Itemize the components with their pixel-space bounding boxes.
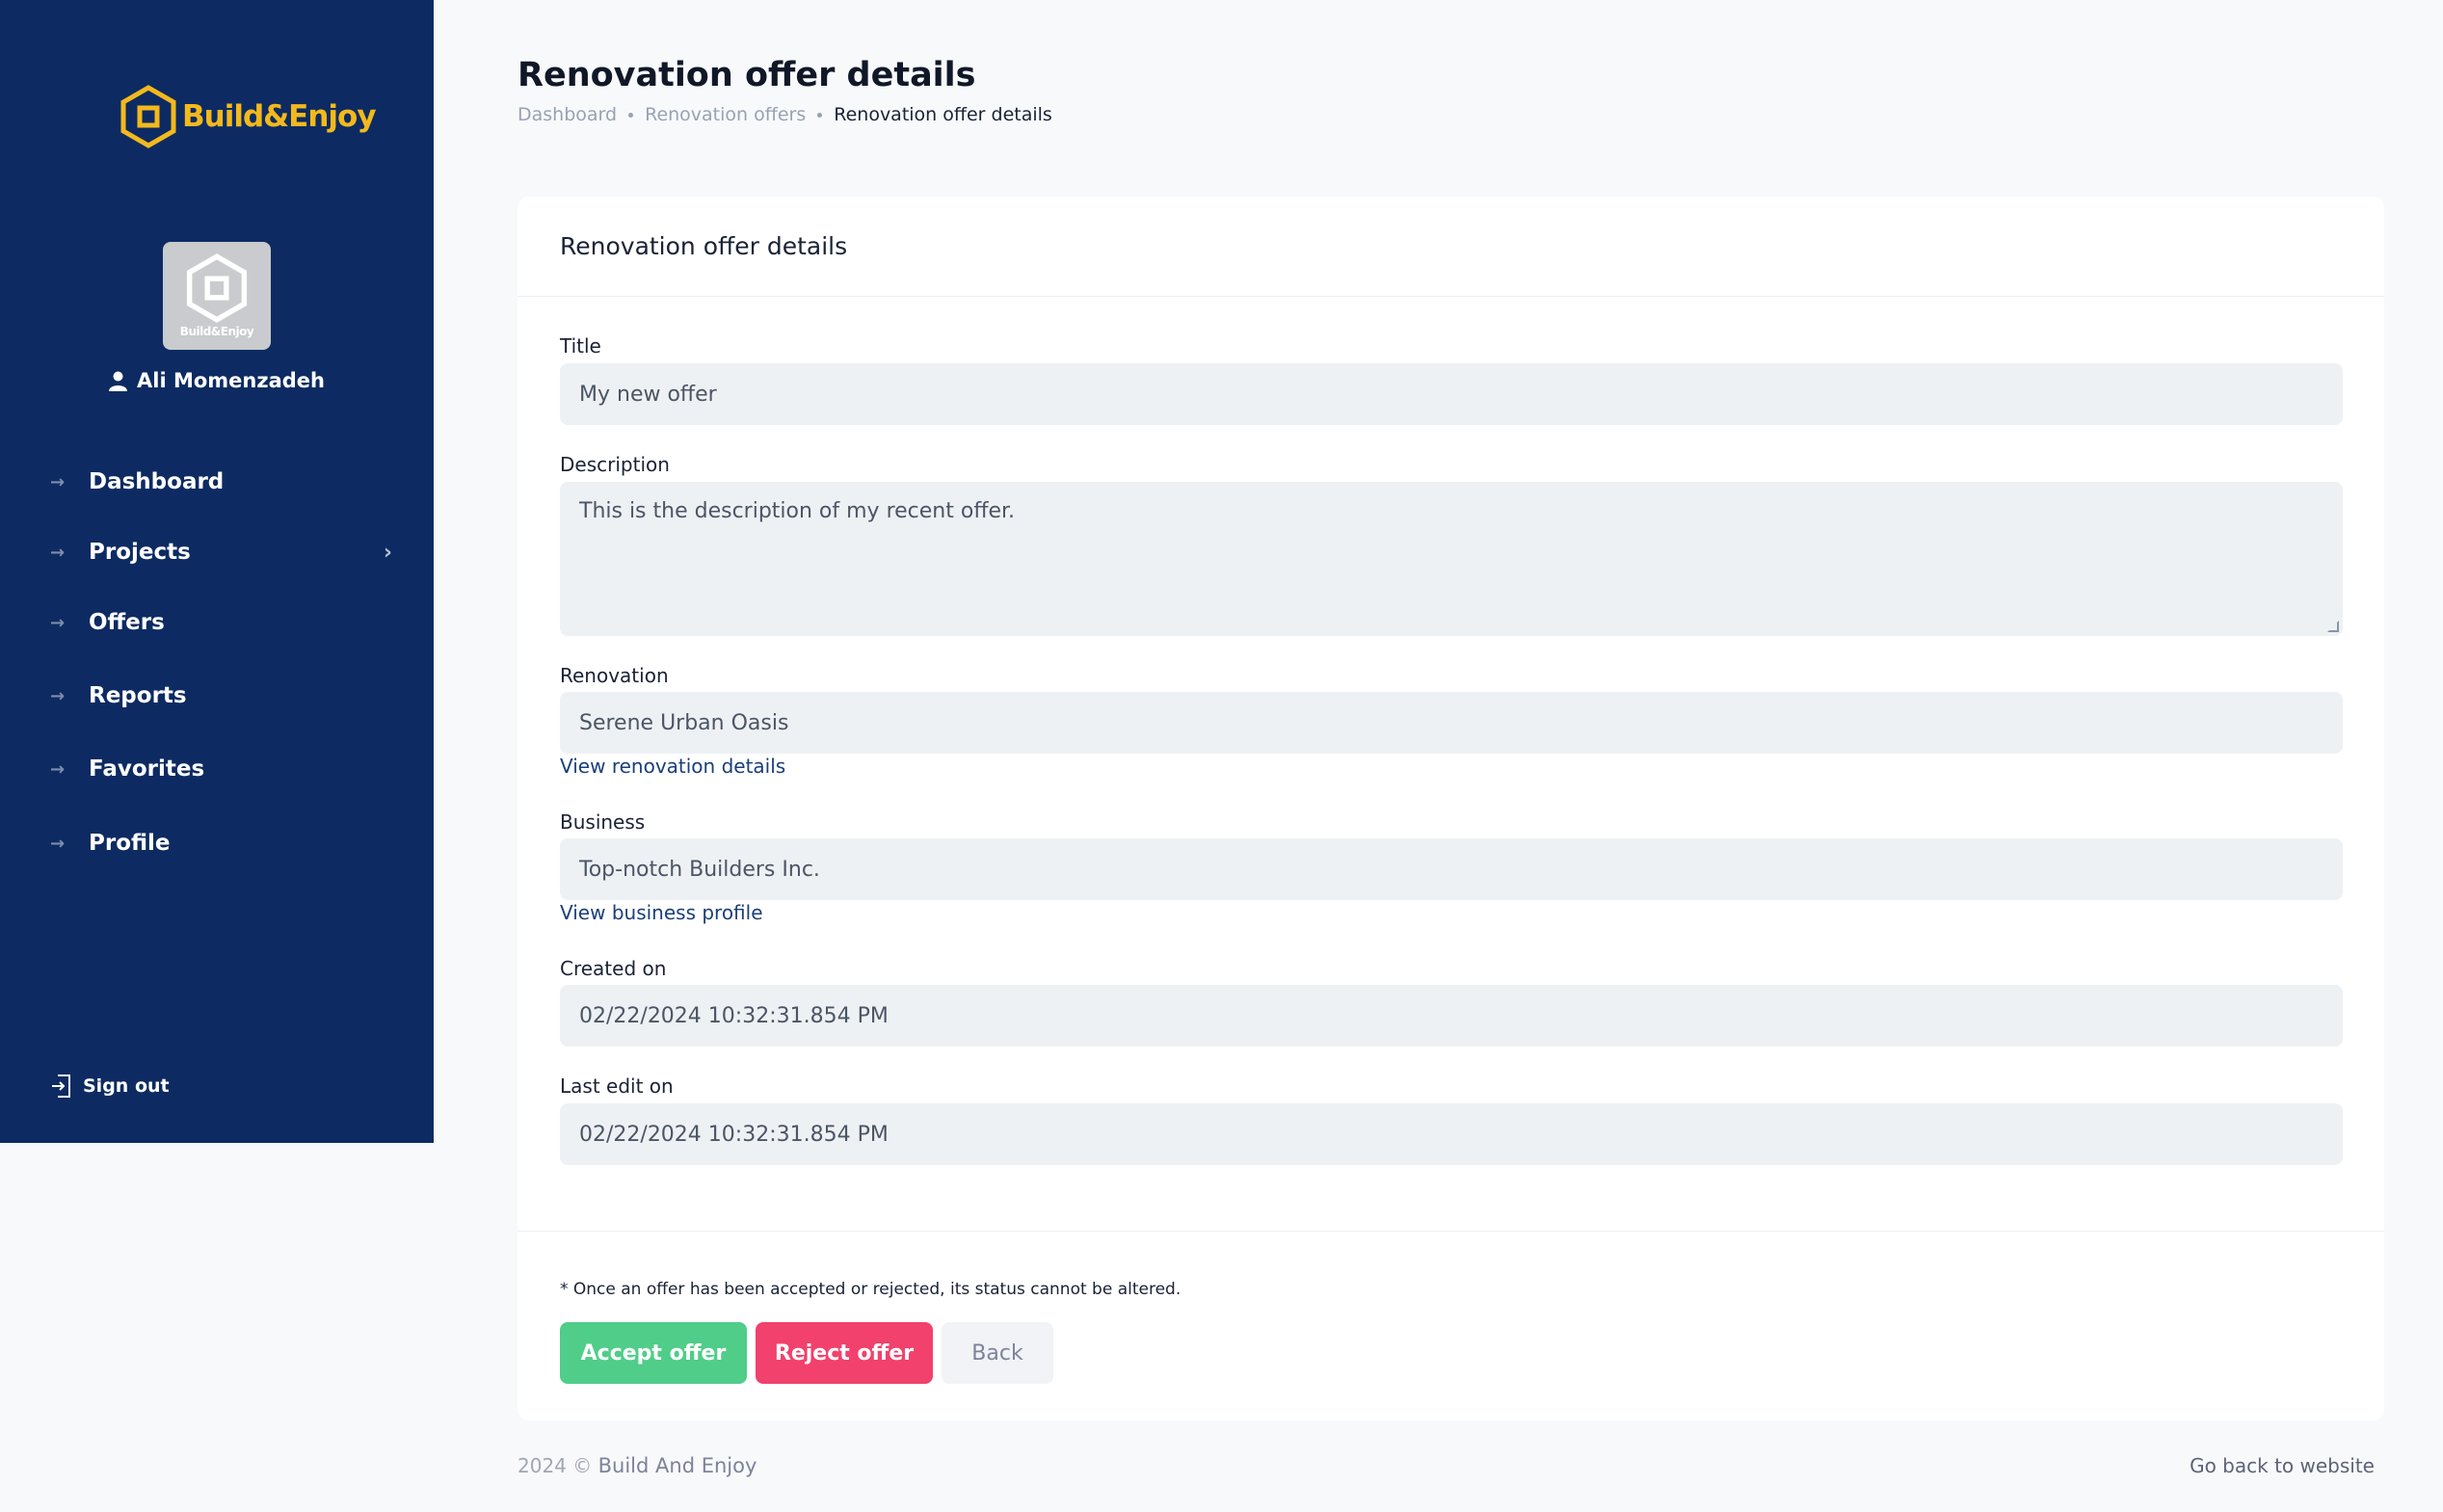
description-field[interactable]: This is the description of my recent off… — [560, 482, 2343, 636]
sidebar-item-dashboard[interactable]: → Dashboard — [50, 457, 392, 507]
go-back-to-website-link[interactable]: Go back to website — [2190, 1454, 2375, 1477]
sidebar-item-label: Dashboard — [89, 469, 225, 494]
status-note: * Once an offer has been accepted or rej… — [560, 1280, 1182, 1299]
view-business-profile-link[interactable]: View business profile — [560, 901, 763, 924]
back-button[interactable]: Back — [942, 1322, 1053, 1384]
renovation-label: Renovation — [560, 664, 669, 687]
arrow-right-icon: → — [50, 758, 66, 780]
arrow-right-icon: → — [50, 685, 66, 706]
brand-logo[interactable]: Build&Enjoy — [120, 85, 377, 148]
sidebar-item-profile[interactable]: → Profile — [50, 818, 392, 868]
sidebar-item-label: Projects — [89, 540, 191, 565]
logo-text: Build&Enjoy — [182, 99, 377, 134]
sign-out-button[interactable]: Sign out — [50, 1074, 170, 1099]
business-label: Business — [560, 810, 646, 834]
page-title: Renovation offer details — [518, 56, 976, 94]
sidebar: Build&Enjoy Build&Enjoy Ali Momenzadeh →… — [0, 0, 434, 1143]
created-on-field[interactable]: 02/22/2024 10:32:31.854 PM — [560, 985, 2343, 1047]
avatar: Build&Enjoy — [163, 242, 271, 350]
user-name: Ali Momenzadeh — [0, 369, 434, 392]
offer-details-card: Renovation offer details Title My new of… — [518, 197, 2384, 1420]
chevron-right-icon: › — [383, 541, 392, 565]
avatar-logo-icon — [186, 253, 248, 323]
sidebar-item-offers[interactable]: → Offers — [50, 597, 392, 648]
arrow-right-icon: → — [50, 542, 66, 563]
created-on-label: Created on — [560, 957, 667, 980]
breadcrumb-separator — [628, 112, 634, 118]
breadcrumb-renovation-offers[interactable]: Renovation offers — [645, 104, 806, 125]
last-edit-on-field[interactable]: 02/22/2024 10:32:31.854 PM — [560, 1103, 2343, 1165]
sidebar-item-reports[interactable]: → Reports — [50, 671, 392, 721]
resize-handle-icon[interactable] — [2327, 621, 2339, 632]
sidebar-item-label: Profile — [89, 831, 171, 856]
logo-hexagon-icon — [120, 85, 176, 148]
footer-brand-link[interactable]: Build And Enjoy — [598, 1454, 757, 1477]
renovation-field[interactable]: Serene Urban Oasis — [560, 692, 2343, 754]
arrow-right-icon: → — [50, 612, 66, 633]
last-edit-on-label: Last edit on — [560, 1074, 674, 1098]
footer-year: 2024 © — [518, 1454, 593, 1477]
title-field[interactable]: My new offer — [560, 363, 2343, 425]
avatar-brand-text: Build&Enjoy — [179, 325, 254, 338]
sidebar-item-label: Favorites — [89, 756, 205, 782]
description-value: This is the description of my recent off… — [579, 499, 1016, 523]
breadcrumb: Dashboard Renovation offers Renovation o… — [518, 104, 1052, 125]
sidebar-item-projects[interactable]: → Projects › — [50, 527, 392, 577]
breadcrumb-separator — [817, 112, 823, 118]
sign-out-icon — [52, 1074, 70, 1098]
arrow-right-icon: → — [50, 833, 66, 854]
sidebar-item-label: Offers — [89, 610, 165, 635]
user-icon — [109, 371, 127, 391]
sidebar-item-favorites[interactable]: → Favorites — [50, 744, 392, 794]
breadcrumb-dashboard[interactable]: Dashboard — [518, 104, 617, 125]
arrow-right-icon: → — [50, 471, 66, 492]
view-renovation-details-link[interactable]: View renovation details — [560, 755, 785, 778]
sidebar-item-label: Reports — [89, 683, 187, 708]
footer-copyright: 2024 © Build And Enjoy — [518, 1454, 757, 1477]
sign-out-label: Sign out — [83, 1075, 170, 1097]
breadcrumb-current: Renovation offer details — [834, 104, 1052, 125]
user-name-label: Ali Momenzadeh — [137, 369, 325, 392]
card-title: Renovation offer details — [518, 197, 2384, 297]
business-field[interactable]: Top-notch Builders Inc. — [560, 838, 2343, 900]
accept-offer-button[interactable]: Accept offer — [560, 1322, 747, 1384]
title-label: Title — [560, 334, 601, 358]
description-label: Description — [560, 453, 670, 476]
reject-offer-button[interactable]: Reject offer — [756, 1322, 933, 1384]
card-divider — [518, 1231, 2384, 1232]
